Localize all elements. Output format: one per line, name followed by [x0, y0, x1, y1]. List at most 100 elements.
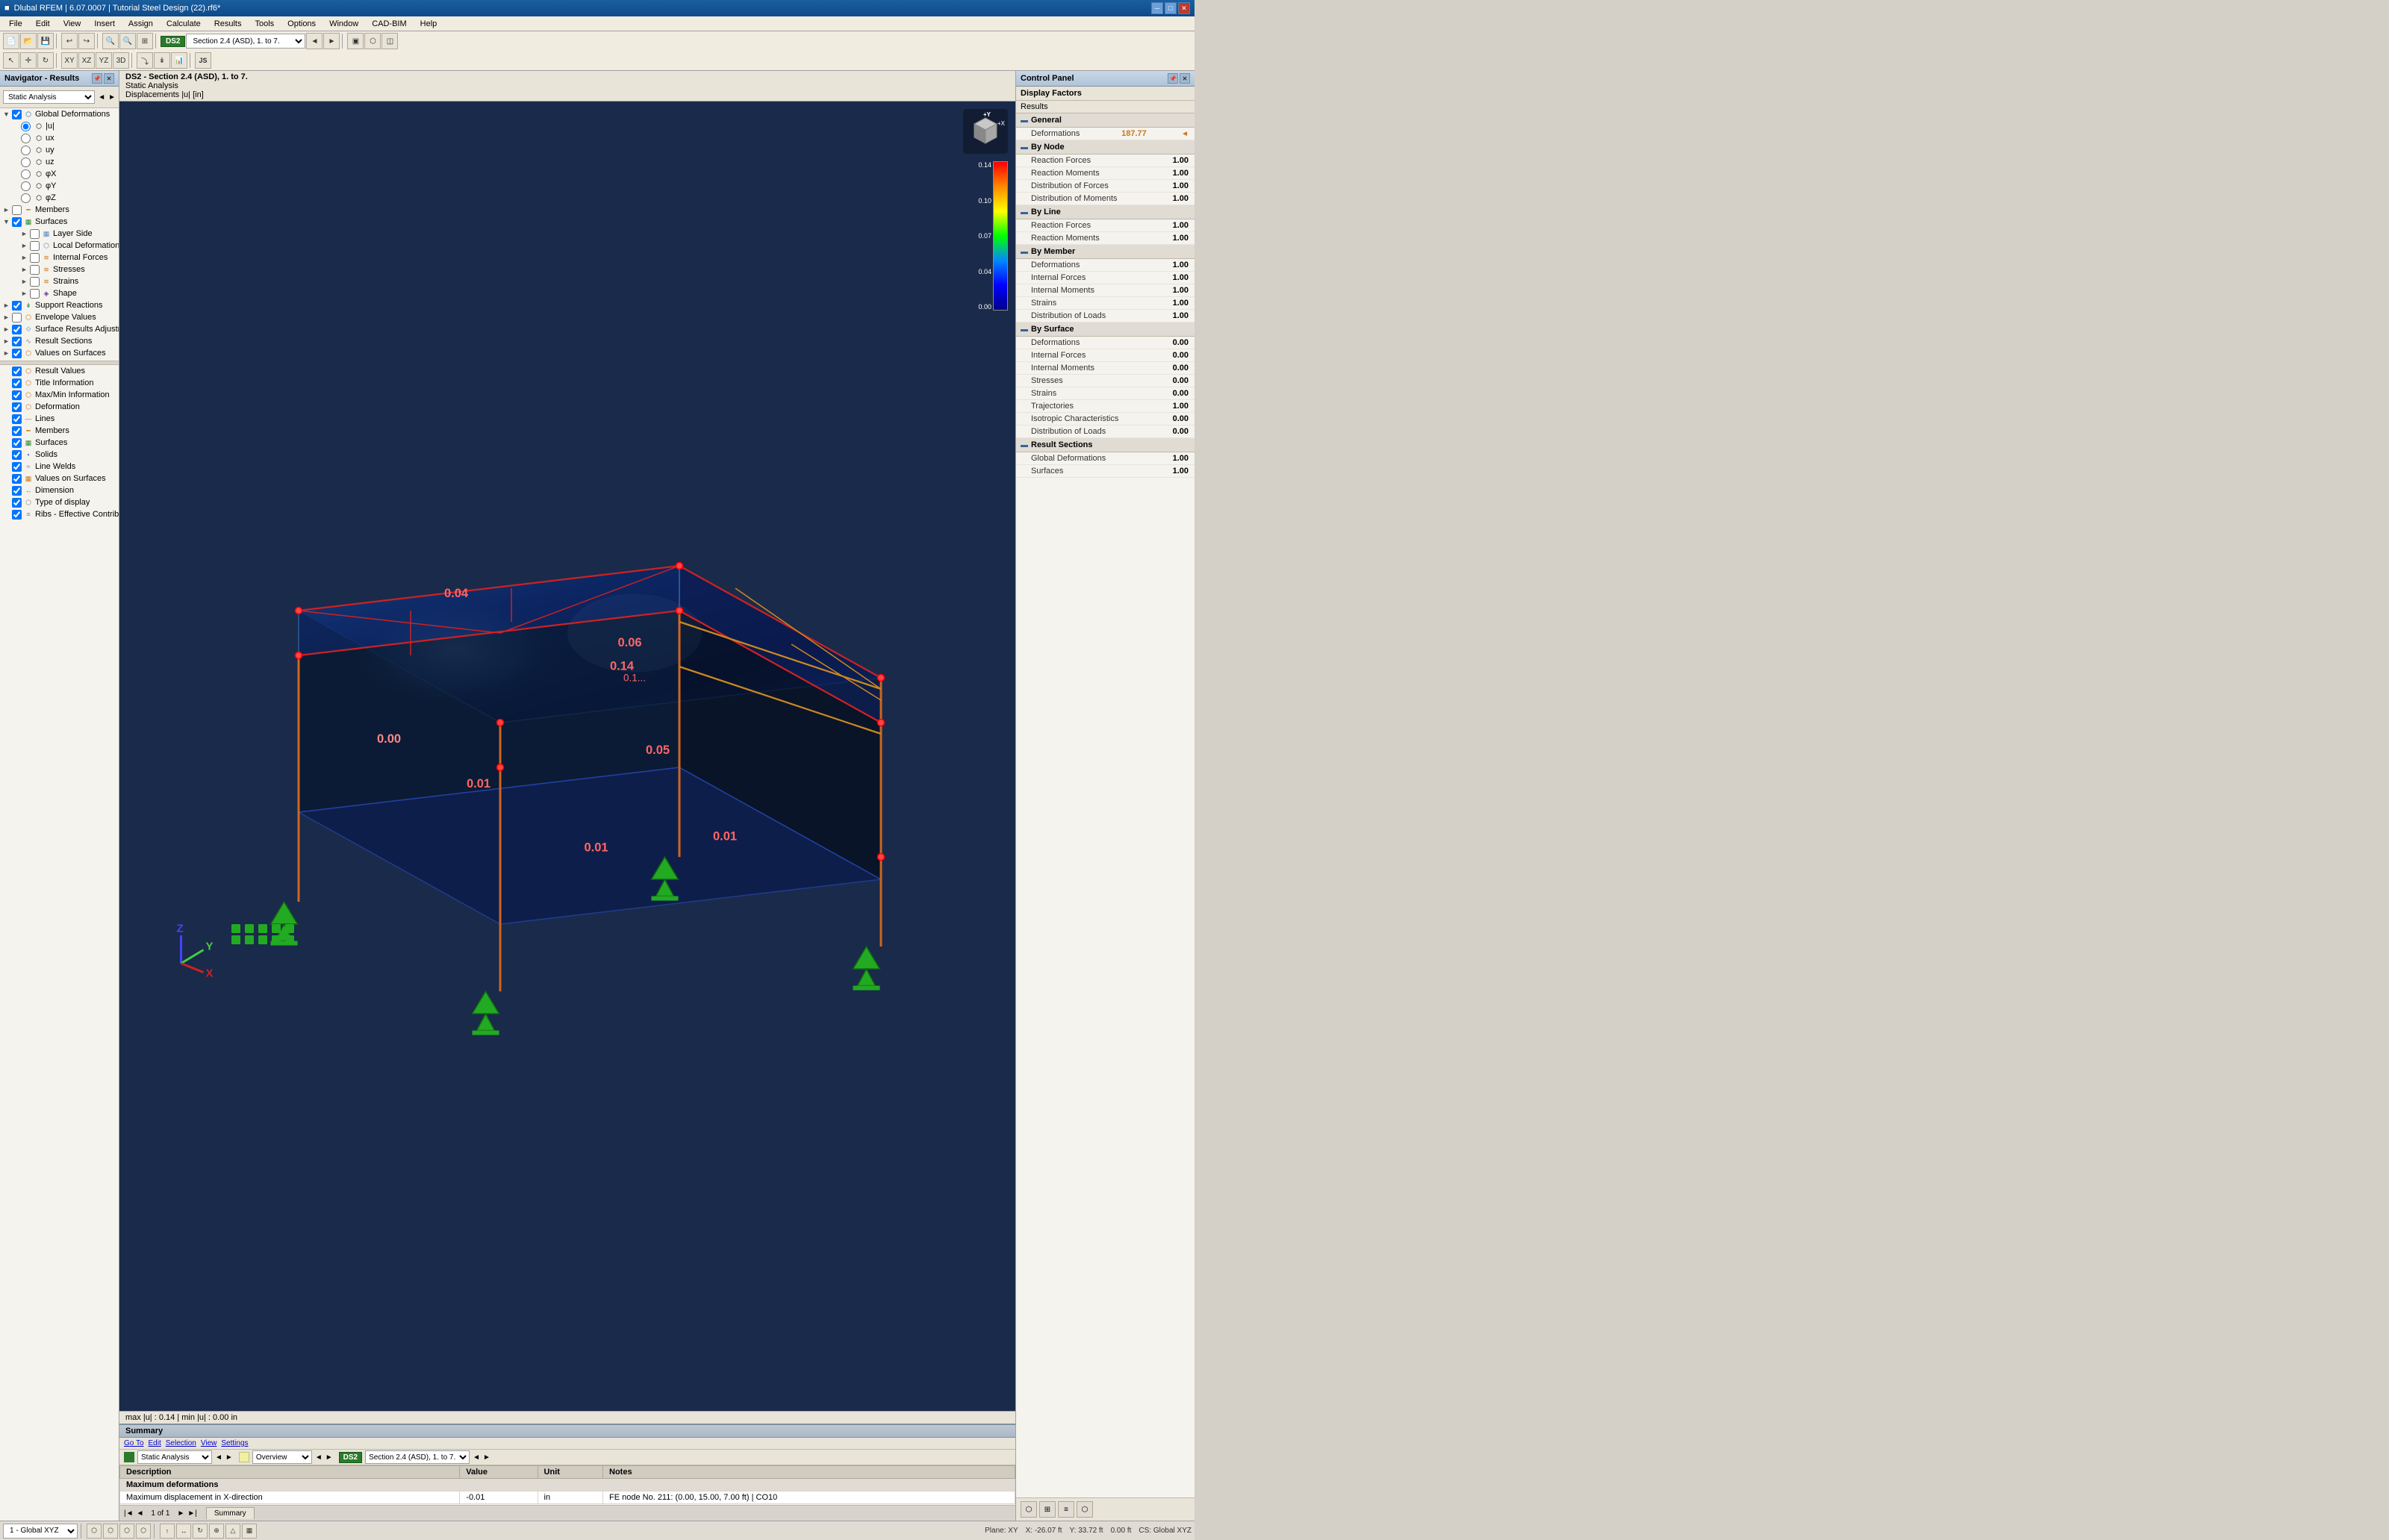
summary-section-dropdown[interactable]: Section 2.4 (ASD), 1. to 7. [365, 1450, 470, 1464]
check-dimension[interactable] [12, 486, 22, 496]
tree-u-abs[interactable]: ⬡ |u| [0, 120, 119, 132]
tree-surfaces[interactable]: ▼ ▦ Surfaces [0, 216, 119, 228]
nav-next-arrow[interactable]: ► [108, 93, 116, 102]
check-shape[interactable] [30, 289, 40, 299]
bottom-btn-8[interactable]: ⊕ [209, 1524, 224, 1539]
menu-window[interactable]: Window [323, 18, 364, 30]
radio-phix[interactable] [21, 169, 31, 179]
radio-uz[interactable] [21, 158, 31, 167]
toggle-values-on-surfaces[interactable]: ► [3, 349, 12, 357]
load-button[interactable]: ↡ [154, 52, 170, 69]
menu-view[interactable]: View [57, 18, 87, 30]
check-layer-side[interactable] [30, 229, 40, 239]
toggle-stresses[interactable]: ► [21, 266, 30, 273]
bottom-btn-7[interactable]: ↻ [193, 1524, 208, 1539]
check-solids-display[interactable] [12, 450, 22, 460]
summary-next-arrow[interactable]: ► [225, 1453, 233, 1462]
menu-calculate[interactable]: Calculate [161, 18, 207, 30]
maximize-button[interactable]: □ [1165, 2, 1177, 14]
radio-ux[interactable] [21, 134, 31, 143]
check-surface-results[interactable] [12, 325, 22, 334]
panel-pin-button[interactable]: 📌 [92, 73, 102, 84]
menu-options[interactable]: Options [281, 18, 322, 30]
tree-ribs[interactable]: ► ≡ Ribs - Effective Contribution on Sur… [0, 508, 119, 520]
new-button[interactable]: 📄 [3, 33, 19, 49]
summary-prev-arrow[interactable]: ◄ [215, 1453, 222, 1462]
open-button[interactable]: 📂 [20, 33, 37, 49]
summary-section-prev-arrow[interactable]: ◄ [473, 1453, 480, 1462]
check-support-reactions[interactable] [12, 301, 22, 311]
toggle-layer-side[interactable]: ► [21, 230, 30, 237]
nav-prev-arrow[interactable]: ◄ [98, 93, 105, 102]
bottom-btn-4[interactable]: ⬡ [136, 1524, 151, 1539]
panel-close-button[interactable]: ✕ [104, 73, 114, 84]
transparent-button[interactable]: ◫ [381, 33, 398, 49]
cp-pin-button[interactable]: 📌 [1168, 73, 1178, 84]
toggle-internal-forces[interactable]: ► [21, 254, 30, 261]
viewport-canvas[interactable]: 0.04 0.06 0.14 0.1... 0.00 0.01 0.05 0.0… [119, 102, 1015, 1411]
tree-support-reactions[interactable]: ► ↡ Support Reactions [0, 299, 119, 311]
bottom-btn-1[interactable]: ⬡ [87, 1524, 102, 1539]
toggle-shape[interactable]: ► [21, 290, 30, 297]
tree-deformation-display[interactable]: ► ⬡ Deformation [0, 401, 119, 413]
check-lines-display[interactable] [12, 414, 22, 424]
cp-header-buttons[interactable]: 📌 ✕ [1168, 73, 1190, 84]
menu-insert[interactable]: Insert [88, 18, 121, 30]
check-result-values[interactable] [12, 367, 22, 376]
summary-tab[interactable]: Summary [206, 1507, 255, 1519]
tree-strains[interactable]: ► ≋ Strains [0, 275, 119, 287]
check-result-sections[interactable] [12, 337, 22, 346]
tree-lines-display[interactable]: ► — Lines [0, 413, 119, 425]
toggle-surfaces[interactable]: ▼ [3, 218, 12, 225]
menu-tools[interactable]: Tools [249, 18, 280, 30]
summary-selection-link[interactable]: Selection [166, 1439, 196, 1447]
cp-section-by-node[interactable]: ▬ By Node [1016, 140, 1194, 155]
check-members[interactable] [12, 205, 22, 215]
toggle-strains[interactable]: ► [21, 278, 30, 285]
menu-assign[interactable]: Assign [122, 18, 159, 30]
check-values-on-surfaces[interactable] [12, 349, 22, 358]
tree-local-deformations[interactable]: ► ⬡ Local Deformations [0, 240, 119, 252]
check-ribs[interactable] [12, 510, 22, 520]
deform-button[interactable]: ⤵ [137, 52, 153, 69]
cp-btn-3[interactable]: ≡ [1058, 1501, 1074, 1518]
bottom-btn-6[interactable]: ↔ [176, 1524, 191, 1539]
js-button[interactable]: JS [195, 52, 211, 69]
tree-title-information[interactable]: ► ⬡ Title Information [0, 377, 119, 389]
tree-type-display[interactable]: ► ⬡ Type of display [0, 496, 119, 508]
view-xz-button[interactable]: XZ [78, 52, 95, 69]
menu-edit[interactable]: Edit [30, 18, 56, 30]
section-dropdown[interactable]: Section 2.4 (ASD), 1. to 7. [186, 34, 305, 49]
check-strains[interactable] [30, 277, 40, 287]
tree-members-display[interactable]: ► ━ Members [0, 425, 119, 437]
check-values-surfaces[interactable] [12, 474, 22, 484]
tree-result-sections[interactable]: ► ∿ Result Sections [0, 335, 119, 347]
radio-u-abs[interactable] [21, 122, 31, 131]
check-local-deformations[interactable] [30, 241, 40, 251]
tree-max-min-info[interactable]: ► ⬡ Max/Min Information [0, 389, 119, 401]
tree-uy[interactable]: ⬡ uy [0, 144, 119, 156]
radio-phiz[interactable] [21, 193, 31, 203]
tree-surface-results[interactable]: ► ⟐ Surface Results Adjustments [0, 323, 119, 335]
page-prev-btn[interactable]: ◄ [137, 1509, 144, 1518]
menu-help[interactable]: Help [414, 18, 443, 30]
check-surfaces[interactable] [12, 217, 22, 227]
check-title-information[interactable] [12, 378, 22, 388]
tree-global-deformations[interactable]: ▼ ⬡ Global Deformations [0, 108, 119, 120]
zoom-out-button[interactable]: 🔍 [119, 33, 136, 49]
select-button[interactable]: ↖ [3, 52, 19, 69]
toggle-global-deformations[interactable]: ▼ [3, 110, 12, 118]
cp-section-result-sections[interactable]: ▬ Result Sections [1016, 438, 1194, 452]
summary-goto-link[interactable]: Go To [124, 1439, 144, 1447]
result-button[interactable]: 📊 [171, 52, 187, 69]
toggle-envelope-values[interactable]: ► [3, 314, 12, 321]
tree-solids-display[interactable]: ► ▪ Solids [0, 449, 119, 461]
tree-ux[interactable]: ⬡ ux [0, 132, 119, 144]
redo-button[interactable]: ↪ [78, 33, 95, 49]
summary-view-dropdown[interactable]: Overview [252, 1450, 312, 1464]
cp-section-by-surface[interactable]: ▬ By Surface [1016, 322, 1194, 337]
tree-values-on-surfaces[interactable]: ► ⬡ Values on Surfaces [0, 347, 119, 359]
analysis-type-dropdown[interactable]: Static Analysis [3, 90, 95, 104]
tree-phiz[interactable]: ⬡ φZ [0, 192, 119, 204]
cp-btn-1[interactable]: ⬡ [1021, 1501, 1037, 1518]
